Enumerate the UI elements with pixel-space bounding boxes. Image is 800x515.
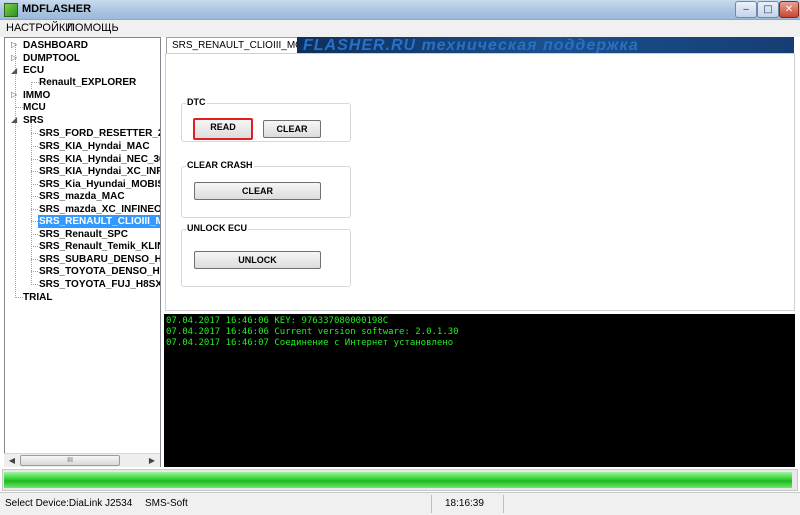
minimize-button[interactable]: ‒ xyxy=(735,1,757,18)
scroll-left-icon[interactable]: ◀ xyxy=(5,454,19,467)
close-button[interactable]: ✕ xyxy=(779,1,799,18)
tree-connector xyxy=(31,234,38,235)
tree-connector xyxy=(31,82,39,83)
tree-node-srs[interactable]: SRS xyxy=(23,114,44,127)
device-tree[interactable]: ▷ DASHBOARD ▷ DUMPTOOL ◢ ECU Renault_EXP… xyxy=(4,37,161,467)
module-panel: DTC READ CLEAR CLEAR CRASH CLEAR UNLOCK … xyxy=(165,53,795,311)
tree-connector xyxy=(31,82,32,89)
tree-connector xyxy=(31,221,38,222)
tree-node-srs-item[interactable]: SRS_KIA_Hyndai_MAC xyxy=(39,140,150,153)
tree-connector xyxy=(15,297,23,298)
dtc-clear-button[interactable]: CLEAR xyxy=(263,120,321,138)
tree-connector xyxy=(31,284,38,285)
tree-connector xyxy=(31,184,38,185)
clear-crash-group: CLEAR CRASH CLEAR xyxy=(181,160,351,218)
scroll-right-icon[interactable]: ▶ xyxy=(145,454,159,467)
window-title: MDFLASHER xyxy=(22,3,92,15)
tree-horizontal-scrollbar[interactable]: ◀ III ▶ xyxy=(4,453,160,467)
tree-node-srs-item[interactable]: SRS_KIA_Hyndai_XC_INFIN xyxy=(39,165,160,178)
scroll-thumb[interactable]: III xyxy=(20,455,120,466)
clear-crash-group-title: CLEAR CRASH xyxy=(186,160,254,170)
collapse-icon[interactable]: ◢ xyxy=(11,115,19,124)
tree-node-srs-item[interactable]: SRS_mazda_MAC xyxy=(39,190,125,203)
status-device: Select Device:DiaLink J2534 xyxy=(5,498,133,509)
tree-node-srs-item[interactable]: SRS_FORD_RESETTER_2005 xyxy=(39,127,160,140)
minimize-icon: ‒ xyxy=(742,4,750,15)
log-line: 07.04.2017 16:46:06 Current version soft… xyxy=(166,327,459,337)
log-line: 07.04.2017 16:46:07 Соединение с Интерне… xyxy=(166,338,454,348)
status-time: 18:16:39 xyxy=(445,498,484,509)
tree-connector xyxy=(31,209,38,210)
tree-node-renault-explorer[interactable]: Renault_EXPLORER xyxy=(39,76,136,89)
title-bar: MDFLASHER ‒ □ ✕ xyxy=(0,0,800,20)
tree-node-srs-item[interactable]: SRS_Renault_Temik_KLINE xyxy=(39,240,160,253)
unlock-ecu-group: UNLOCK ECU UNLOCK xyxy=(181,223,351,287)
tree-node-srs-renault-clio-selected[interactable]: SRS_RENAULT_CLIOIII_MOD xyxy=(38,215,160,228)
tree-node-srs-item[interactable]: SRS_TOYOTA_FUJ_H8SX xyxy=(39,278,160,291)
dtc-group: DTC READ CLEAR xyxy=(181,97,351,142)
tree-node-dashboard[interactable]: DASHBOARD xyxy=(23,39,88,52)
tree-connector xyxy=(31,146,38,147)
menu-help[interactable]: ПОМОЩЬ xyxy=(67,22,119,34)
tree-connector xyxy=(31,196,38,197)
status-separator xyxy=(431,495,432,513)
tree-node-mcu[interactable]: MCU xyxy=(23,101,46,114)
tree-connector xyxy=(31,159,38,160)
app-icon xyxy=(4,3,18,17)
maximize-button[interactable]: □ xyxy=(757,1,779,18)
support-banner[interactable]: FLASHER.RU техническая поддержка xyxy=(297,37,794,54)
banner-text: FLASHER.RU техническая поддержка xyxy=(303,37,639,54)
tree-connector xyxy=(15,43,16,298)
tree-node-trial[interactable]: TRIAL xyxy=(23,291,52,304)
maximize-icon: □ xyxy=(763,4,773,15)
tree-connector xyxy=(31,246,38,247)
dtc-read-button[interactable]: READ xyxy=(193,118,253,140)
log-line: 07.04.2017 16:46:06 KEY: 976337080000198… xyxy=(166,316,389,326)
status-bar: Select Device:DiaLink J2534 SMS-Soft 18:… xyxy=(0,492,800,515)
menu-bar: НАСТРОЙКИ ПОМОЩЬ xyxy=(0,20,800,37)
tree-node-srs-item[interactable]: SRS_TOYOTA_DENSO_H8SX xyxy=(39,265,160,278)
dtc-group-title: DTC xyxy=(186,97,207,107)
unlock-ecu-group-title: UNLOCK ECU xyxy=(186,223,248,233)
status-separator xyxy=(503,495,504,513)
status-mode: SMS-Soft xyxy=(145,498,188,509)
expand-icon[interactable]: ▷ xyxy=(11,40,19,49)
log-console[interactable]: 07.04.2017 16:46:06 KEY: 976337080000198… xyxy=(164,314,795,467)
tree-connector xyxy=(31,133,38,134)
tree-connector xyxy=(31,259,38,260)
tree-connector xyxy=(15,107,23,108)
progress-fill xyxy=(4,472,792,488)
menu-settings[interactable]: НАСТРОЙКИ xyxy=(6,22,73,34)
progress-bar xyxy=(2,469,798,491)
unlock-ecu-button[interactable]: UNLOCK xyxy=(194,251,321,269)
tree-connector xyxy=(31,171,38,172)
expand-icon[interactable]: ▷ xyxy=(11,53,19,62)
close-icon: ✕ xyxy=(784,4,794,15)
expand-icon[interactable]: ▷ xyxy=(11,90,19,99)
tree-connector xyxy=(31,271,38,272)
collapse-icon[interactable]: ◢ xyxy=(11,66,19,75)
clear-crash-button[interactable]: CLEAR xyxy=(194,182,321,200)
